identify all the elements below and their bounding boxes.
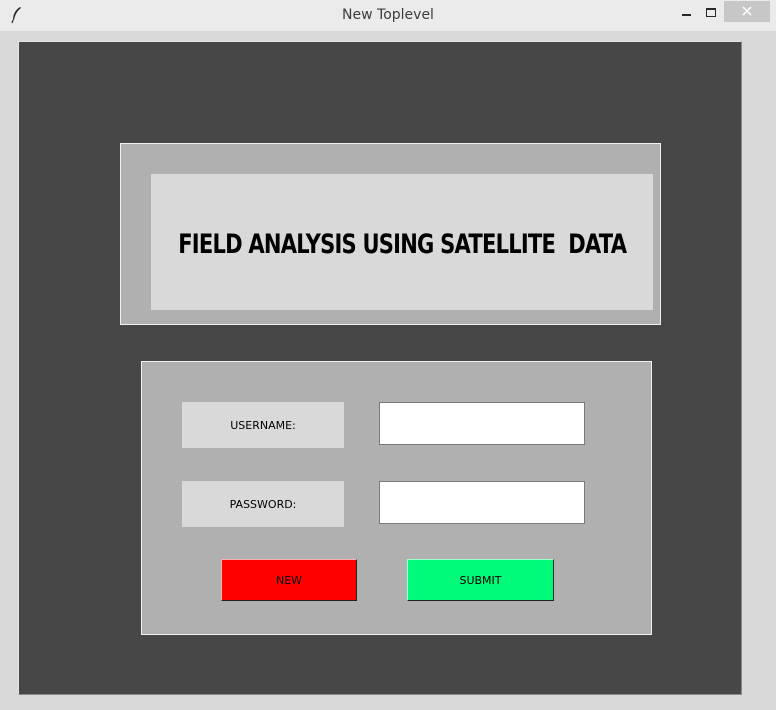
maximize-button[interactable] (699, 2, 723, 22)
password-label: PASSWORD: (182, 481, 344, 527)
submit-button[interactable]: SUBMIT (407, 559, 554, 601)
new-button[interactable]: NEW (221, 559, 357, 601)
header-title-box: FIELD ANALYSIS USING SATELLITE DATA (151, 174, 653, 310)
maximize-icon (706, 7, 716, 17)
new-button-label: NEW (275, 573, 303, 587)
app-title: FIELD ANALYSIS USING SATELLITE DATA (177, 228, 627, 260)
minimize-icon (681, 14, 691, 16)
password-input[interactable] (379, 481, 585, 524)
close-icon (741, 2, 753, 21)
window-titlebar[interactable]: New Toplevel (0, 0, 776, 31)
minimize-button[interactable] (674, 2, 698, 22)
submit-button-label: SUBMIT (459, 573, 502, 587)
username-label: USERNAME: (182, 402, 344, 448)
close-button[interactable] (724, 1, 770, 22)
username-input[interactable] (379, 402, 585, 445)
window-title: New Toplevel (342, 7, 434, 23)
